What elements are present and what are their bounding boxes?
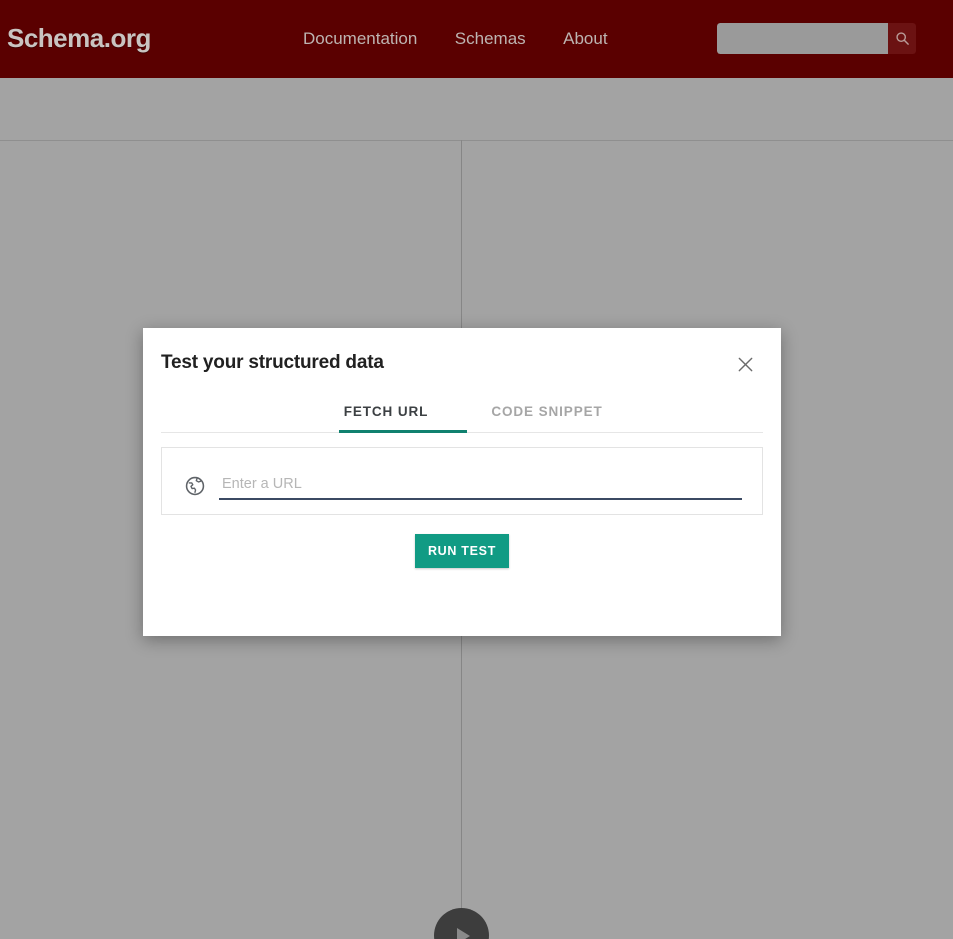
tab-active-indicator: [339, 430, 467, 433]
globe-icon: [184, 475, 206, 497]
tab-code-snippet[interactable]: CODE SNIPPET: [472, 392, 622, 432]
tab-fetch-url[interactable]: FETCH URL: [321, 392, 451, 432]
url-input[interactable]: [219, 473, 742, 500]
header-search: [717, 23, 916, 54]
nav-link-about[interactable]: About: [563, 25, 607, 53]
modal-tabs: FETCH URL CODE SNIPPET: [161, 392, 763, 433]
modal-title: Test your structured data: [161, 352, 384, 373]
close-button[interactable]: [731, 350, 759, 378]
search-input[interactable]: [717, 23, 888, 54]
page-root: Schema.org Documentation Schemas About T…: [0, 0, 953, 939]
nav-link-documentation[interactable]: Documentation: [303, 25, 417, 53]
header-inner: Schema.org Documentation Schemas About: [0, 0, 953, 78]
url-input-row: [184, 470, 742, 500]
url-field-container: [161, 447, 763, 515]
structured-data-test-modal: Test your structured data FETCH URL CODE…: [143, 328, 781, 636]
modal-header: Test your structured data: [143, 328, 781, 394]
search-icon: [895, 31, 910, 46]
site-header: Schema.org Documentation Schemas About: [0, 0, 953, 78]
nav-link-schemas[interactable]: Schemas: [455, 25, 526, 53]
site-logo[interactable]: Schema.org: [7, 21, 151, 55]
search-button[interactable]: [888, 23, 916, 54]
close-icon: [736, 355, 755, 374]
run-test-button[interactable]: RUN TEST: [415, 534, 509, 568]
main-nav: Documentation Schemas About: [303, 25, 608, 53]
